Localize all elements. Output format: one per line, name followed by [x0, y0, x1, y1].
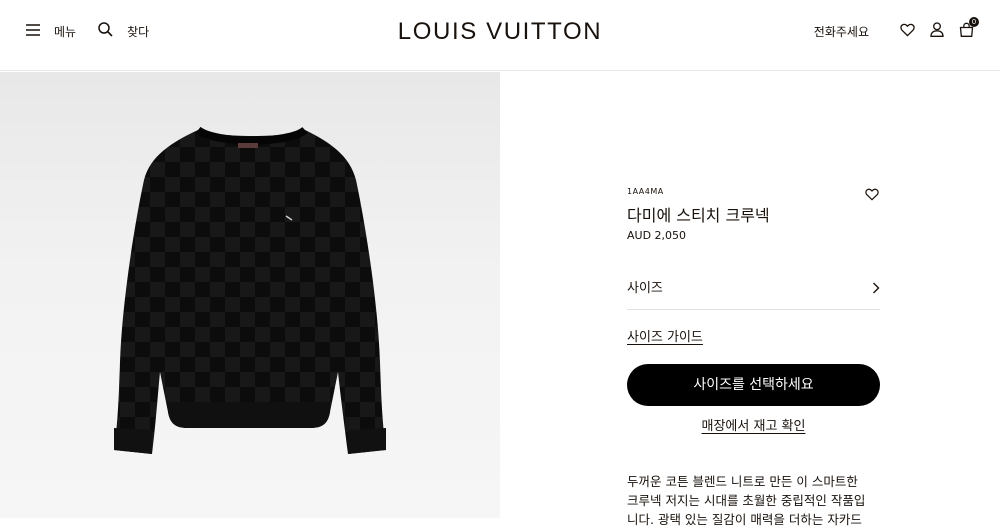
user-icon	[930, 22, 944, 40]
account-button[interactable]	[930, 22, 944, 40]
description-line: 두꺼운 코튼 블렌드 니트로 만든 이 스마트한	[627, 474, 858, 489]
store-stock-link[interactable]: 매장에서 재고 확인	[627, 415, 880, 434]
size-label: 사이즈	[627, 281, 663, 296]
product-wishlist-button[interactable]	[865, 186, 879, 205]
wishlist-button[interactable]	[900, 23, 915, 40]
size-selector[interactable]: 사이즈	[627, 270, 880, 310]
product-description: 두꺼운 코튼 블렌드 니트로 만든 이 스마트한 크루넥 저지는 시대를 초월한…	[627, 472, 889, 529]
heart-icon	[900, 23, 915, 40]
select-size-button[interactable]: 사이즈를 선택하세요	[627, 364, 880, 406]
product-sku: 1AA4MA	[627, 187, 664, 196]
call-us-link[interactable]: 전화주세요	[814, 23, 869, 40]
size-guide-link[interactable]: 사이즈 가이드	[627, 326, 703, 345]
product-name: 다미에 스티치 크루넥	[627, 206, 770, 225]
cart-count-badge: 0	[969, 17, 979, 27]
product-price: AUD 2,050	[627, 229, 687, 242]
product-image[interactable]	[0, 72, 500, 518]
site-header: 메뉴 찾다 LOUIS VUITTON 전화주세요 0	[0, 0, 1000, 71]
description-line: 니다. 광택 있는 질감이 매력을 더하는 자카드	[627, 512, 862, 527]
sweater-illustration	[114, 126, 386, 454]
cart-button[interactable]: 0	[959, 17, 979, 40]
header-right: 전화주세요 0	[814, 17, 979, 40]
description-line: 크루넥 저지는 시대를 초월한 중립적인 작품입	[627, 493, 866, 508]
chevron-right-icon	[872, 279, 880, 298]
heart-icon	[865, 186, 879, 205]
